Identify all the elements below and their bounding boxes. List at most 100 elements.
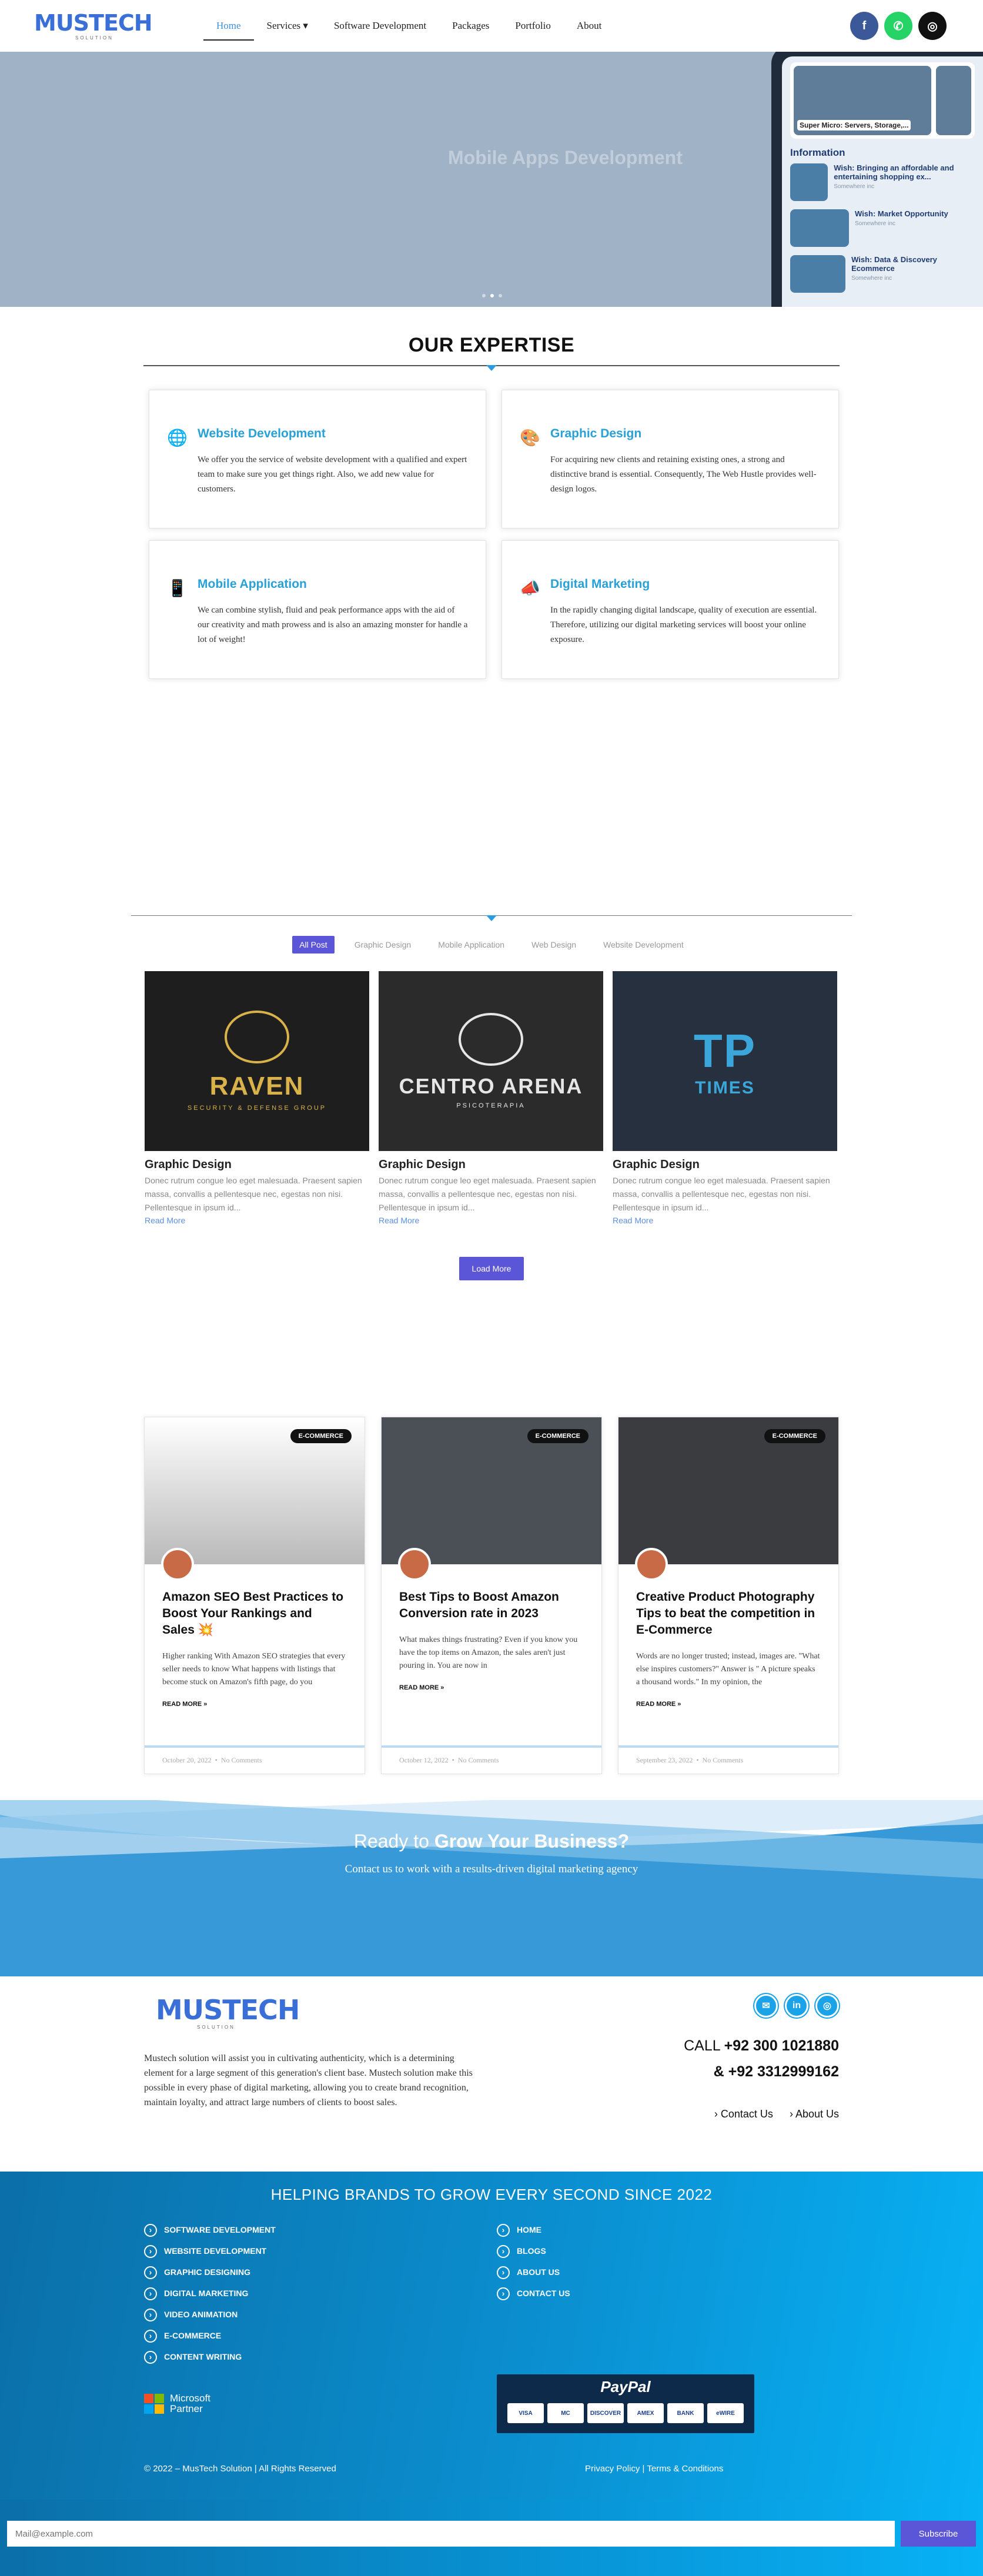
expertise-card[interactable]: 📣 Digital Marketing In the rapidly chang… <box>501 540 839 679</box>
expertise-card[interactable]: 🎨 Graphic Design For acquiring new clien… <box>501 390 839 528</box>
footer-link[interactable]: WEBSITE DEVELOPMENT <box>144 2240 497 2261</box>
card-text: We can combine stylish, fluid and peak p… <box>198 605 468 644</box>
hero-title: Mobile Apps Development <box>448 147 683 168</box>
read-more-link[interactable]: READ MORE » <box>145 1689 365 1708</box>
instagram-icon[interactable]: ◎ <box>918 12 947 40</box>
read-more-link[interactable]: READ MORE » <box>618 1689 838 1708</box>
card-title: Graphic Design <box>550 427 642 440</box>
filter-graphic-design[interactable]: Graphic Design <box>347 936 419 954</box>
blog-image[interactable]: E-COMMERCE <box>382 1417 601 1564</box>
slider-dot[interactable] <box>482 294 486 297</box>
facebook-icon[interactable]: f <box>850 12 878 40</box>
nav-software-development[interactable]: Software Development <box>334 16 426 35</box>
blog-date: October 20, 2022 <box>162 1756 212 1764</box>
blog-image[interactable]: E-COMMERCE <box>145 1417 365 1564</box>
filter-all-post[interactable]: All Post <box>292 936 335 954</box>
footer-link[interactable]: DIGITAL MARKETING <box>144 2283 497 2304</box>
site-logo[interactable]: MUSTECH SOLUTION <box>34 12 153 41</box>
item-sub: Somewhere inc <box>855 220 895 227</box>
partner-label: Microsoft Partner <box>170 2393 210 2414</box>
footer-link[interactable]: E-COMMERCE <box>144 2325 497 2346</box>
filter-mobile-application[interactable]: Mobile Application <box>431 936 511 954</box>
nav-about[interactable]: About <box>577 16 602 35</box>
policy-links[interactable]: Privacy Policy | Terms & Conditions <box>585 2464 839 2474</box>
expertise-section: OUR EXPERTISE 🌐 Website Development We o… <box>0 307 983 679</box>
footer-link[interactable]: ABOUT US <box>497 2261 839 2283</box>
portfolio-section: All Post Graphic Design Mobile Applicati… <box>0 915 983 1280</box>
chevron-right-icon: › <box>789 2108 793 2120</box>
blog-meta: October 12, 2022 • No Comments <box>382 1745 601 1774</box>
logo-subtext: SOLUTION <box>75 35 113 41</box>
footer-link[interactable]: SOFTWARE DEVELOPMENT <box>144 2219 497 2240</box>
author-avatar[interactable] <box>398 1548 431 1581</box>
portfolio-image[interactable]: RAVEN SECURITY & DEFENSE GROUP <box>145 971 369 1151</box>
portfolio-image[interactable]: TP TIMES <box>613 971 837 1151</box>
nav-home[interactable]: Home <box>203 16 253 41</box>
nav-portfolio[interactable]: Portfolio <box>515 16 550 35</box>
whatsapp-icon[interactable]: ✆ <box>884 12 912 40</box>
author-avatar[interactable] <box>635 1548 668 1581</box>
item-sub: Somewhere inc <box>834 183 875 190</box>
filter-website-development[interactable]: Website Development <box>596 936 691 954</box>
author-avatar[interactable] <box>161 1548 194 1581</box>
blog-card: E-COMMERCE Best Tips to Boost Amazon Con… <box>381 1417 602 1774</box>
footer-link[interactable]: HOME <box>497 2219 839 2240</box>
nav-services-label: Services <box>266 20 301 31</box>
item-sub: Somewhere inc <box>851 275 892 282</box>
slider-dot[interactable] <box>499 294 502 297</box>
category-badge[interactable]: E-COMMERCE <box>764 1429 825 1443</box>
footer-link[interactable]: GRAPHIC DESIGNING <box>144 2261 497 2283</box>
microsoft-logo-icon <box>144 2394 164 2414</box>
footer-quick-links: › Contact Us › About Us <box>714 2108 839 2120</box>
category-badge[interactable]: E-COMMERCE <box>527 1429 589 1443</box>
paypal-badge: PayPal VISA MC DISCOVER AMEX BANK eWIRE <box>497 2374 754 2433</box>
subscribe-button[interactable]: Subscribe <box>901 2521 976 2547</box>
blog-meta: September 23, 2022 • No Comments <box>618 1745 838 1774</box>
footer-about: Mustech solution will assist you in cult… <box>144 2053 473 2107</box>
footer-link[interactable]: CONTACT US <box>497 2283 839 2304</box>
footer-link[interactable]: CONTENT WRITING <box>144 2346 497 2367</box>
footer-link[interactable]: VIDEO ANIMATION <box>144 2304 497 2325</box>
nav-services[interactable]: Services ▾ <box>267 16 308 35</box>
read-more-link[interactable]: Read More <box>145 1216 185 1225</box>
blog-excerpt: What makes things frustrating? Even if y… <box>399 1635 578 1670</box>
portfolio-excerpt: Donec rutrum congue leo eget malesuada. … <box>145 1176 362 1212</box>
visa-icon: VISA <box>507 2403 544 2423</box>
phone-item: Wish: Data & Discovery Ecommerce Somewher… <box>790 255 975 293</box>
about-us-link[interactable]: › About Us <box>790 2108 839 2120</box>
footer-logo[interactable]: MUSTECH SOLUTION <box>156 1996 300 2030</box>
phone-video-card: Super Micro: Servers, Storage,... <box>790 62 975 139</box>
logo-subtext: SOLUTION <box>197 2025 235 2030</box>
footer-bottom: HELPING BRANDS TO GROW EVERY SECOND SINC… <box>0 2172 983 2500</box>
pages-list: HOME BLOGS ABOUT US CONTACT US <box>497 2219 839 2367</box>
blog-card: E-COMMERCE Creative Product Photography … <box>618 1417 839 1774</box>
contact-us-link[interactable]: › Contact Us <box>714 2108 773 2120</box>
blog-comments: No Comments <box>220 1756 262 1764</box>
expertise-card[interactable]: 📱 Mobile Application We can combine styl… <box>149 540 486 679</box>
category-badge[interactable]: E-COMMERCE <box>290 1429 352 1443</box>
filter-web-design[interactable]: Web Design <box>524 936 583 954</box>
footer-top: MUSTECH SOLUTION Mustech solution will a… <box>144 1976 839 2172</box>
blog-image[interactable]: E-COMMERCE <box>618 1417 838 1564</box>
portfolio-image[interactable]: CENTRO ARENA PSICOTERAPIA <box>379 971 603 1151</box>
load-more-button[interactable]: Load More <box>459 1257 524 1280</box>
bank-icon: BANK <box>667 2403 704 2423</box>
footer-link[interactable]: BLOGS <box>497 2240 839 2261</box>
slider-dot-active[interactable] <box>490 294 494 297</box>
portfolio-category: Graphic Design <box>145 1158 232 1171</box>
phone-primary[interactable]: CALL +92 300 1021880 <box>684 2033 839 2059</box>
main-nav: Home Services ▾ Software Development Pac… <box>203 16 602 41</box>
read-more-link[interactable]: Read More <box>379 1216 419 1225</box>
phone-secondary[interactable]: & +92 3312999162 <box>684 2059 839 2085</box>
instagram-icon[interactable]: ◎ <box>815 1994 839 2018</box>
linkedin-icon[interactable]: in <box>785 1994 808 2018</box>
newsletter-email-input[interactable] <box>7 2521 895 2547</box>
header-socials: f ✆ ◎ <box>850 12 947 40</box>
read-more-link[interactable]: Read More <box>613 1216 653 1225</box>
email-icon[interactable]: ✉ <box>754 1994 778 2018</box>
blog-date: September 23, 2022 <box>636 1756 693 1764</box>
nav-packages[interactable]: Packages <box>452 16 489 35</box>
read-more-link[interactable]: READ MORE » <box>382 1672 601 1691</box>
expertise-card[interactable]: 🌐 Website Development We offer you the s… <box>149 390 486 528</box>
portfolio-tagline: PSICOTERAPIA <box>456 1102 526 1109</box>
